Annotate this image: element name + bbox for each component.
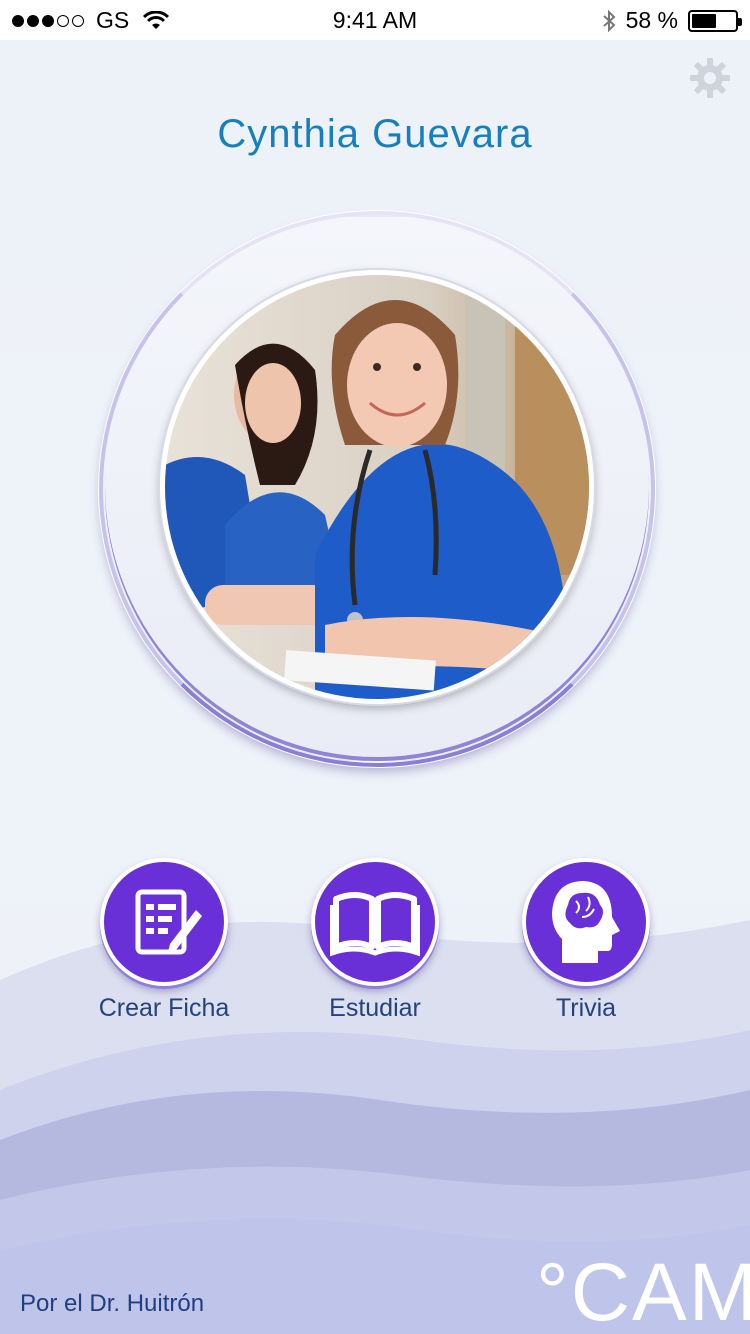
avatar[interactable] xyxy=(160,270,594,704)
gear-icon xyxy=(690,58,730,98)
author-credit: Por el Dr. Huitrón xyxy=(20,1290,205,1317)
status-right: 58 % xyxy=(602,7,742,34)
trivia-label: Trivia xyxy=(555,994,617,1022)
brain-head-icon xyxy=(552,881,620,963)
estudiar-label: Estudiar xyxy=(329,994,421,1022)
profile-photo xyxy=(165,275,589,699)
battery-cap xyxy=(738,17,742,26)
trivia-button[interactable]: Trivia xyxy=(486,858,686,1023)
trivia-circle xyxy=(522,858,650,986)
crear-ficha-label: Crear Ficha xyxy=(98,994,230,1022)
bluetooth-icon xyxy=(602,9,616,32)
app-screen: GS 9:41 AM 58 % Cynthia Guevara Crear Fi… xyxy=(0,0,750,1334)
estudiar-circle xyxy=(311,858,439,986)
battery-percent: 58 % xyxy=(625,7,678,33)
battery-level xyxy=(692,13,717,28)
brand-logo: °CAM xyxy=(536,1247,750,1334)
note-edit-icon xyxy=(135,889,202,955)
open-book-icon xyxy=(330,892,420,957)
status-bar: GS 9:41 AM 58 % xyxy=(0,0,750,40)
battery-icon xyxy=(688,9,742,32)
estudiar-button[interactable]: Estudiar xyxy=(275,858,475,1023)
user-name: Cynthia Guevara xyxy=(217,112,533,156)
crear-ficha-button[interactable]: Crear Ficha xyxy=(64,858,264,1023)
settings-button[interactable] xyxy=(688,56,732,100)
crear-ficha-circle xyxy=(100,858,228,986)
